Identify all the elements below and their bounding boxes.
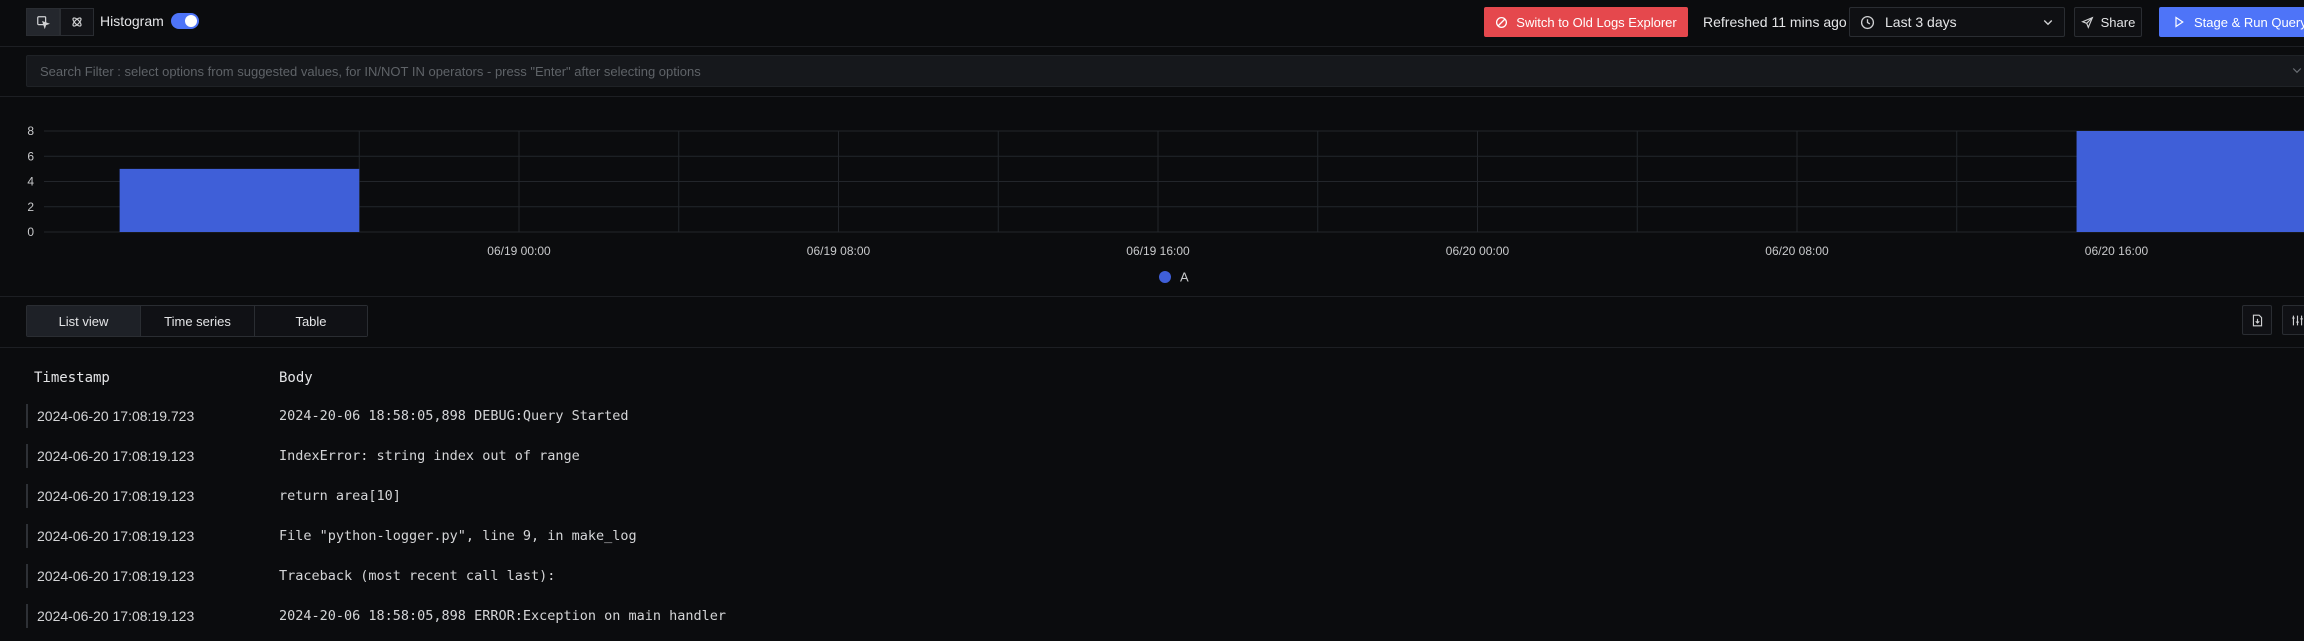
- file-download-icon: [2252, 314, 2262, 326]
- histogram-toggle[interactable]: [171, 13, 199, 29]
- log-row[interactable]: 2024-06-20 17:08:19.123 return area[10]: [26, 481, 2304, 511]
- log-body: 2024-20-06 18:58:05,898 ERROR:Exception …: [279, 608, 727, 624]
- list-tools: [2242, 305, 2304, 335]
- tab-list-view[interactable]: List view: [27, 306, 141, 336]
- log-body: Traceback (most recent call last):: [279, 568, 556, 584]
- severity-indicator: [26, 404, 28, 428]
- clickhouse-query-button[interactable]: [60, 8, 94, 36]
- top-toolbar: Histogram Switch to Old Logs Explorer Re…: [0, 0, 2304, 44]
- query-builder-button[interactable]: [26, 8, 60, 36]
- log-row[interactable]: 2024-06-20 17:08:19.123 IndexError: strin…: [26, 441, 2304, 471]
- view-tabs: List view Time series Table: [26, 305, 368, 337]
- log-body: 2024-20-06 18:58:05,898 DEBUG:Query Star…: [279, 408, 629, 424]
- x-tick-label: 06/20 08:00: [1765, 244, 1829, 258]
- log-row[interactable]: 2024-06-20 17:08:19.723 2024-20-06 18:58:…: [26, 401, 2304, 431]
- chevron-down-icon[interactable]: [2291, 64, 2303, 76]
- log-row[interactable]: 2024-06-20 17:08:19.123 File "python-logg…: [26, 521, 2304, 551]
- search-filter: [26, 55, 2304, 87]
- log-timestamp: 2024-06-20 17:08:19.723: [37, 408, 195, 424]
- format-options-button[interactable]: [2282, 305, 2304, 335]
- y-tick-label: 8: [27, 124, 34, 138]
- severity-indicator: [26, 564, 28, 588]
- divider: [0, 347, 2304, 348]
- chevron-down-icon: [2043, 20, 2053, 26]
- x-tick-label: 06/19 08:00: [807, 244, 871, 258]
- log-timestamp: 2024-06-20 17:08:19.123: [37, 528, 195, 544]
- log-timestamp: 2024-06-20 17:08:19.123: [37, 608, 195, 624]
- log-body: File "python-logger.py", line 9, in make…: [279, 528, 637, 544]
- switch-old-logs-label: Switch to Old Logs Explorer: [1516, 14, 1677, 30]
- divider: [0, 96, 2304, 97]
- column-header-timestamp: Timestamp: [34, 370, 110, 386]
- histogram-label: Histogram: [100, 13, 164, 29]
- play-icon: [2175, 16, 2184, 28]
- time-range-select[interactable]: Last 3 days: [1849, 7, 2065, 37]
- histogram-chart: 0 2 4 6 8 06/19 00:00 06/19 08:00 06/19 16:00 06…: [27, 124, 2304, 285]
- y-tick-label: 2: [27, 200, 34, 214]
- share-label: Share: [2100, 14, 2136, 30]
- toggle-knob: [185, 15, 197, 27]
- time-range-value: Last 3 days: [1885, 14, 1957, 30]
- log-row[interactable]: 2024-06-20 17:08:19.123 Traceback (most r…: [26, 561, 2304, 591]
- sliders-icon: [2291, 315, 2303, 325]
- x-tick-label: 06/20 00:00: [1446, 244, 1510, 258]
- x-tick-label: 06/19 16:00: [1126, 244, 1190, 258]
- tab-time-series[interactable]: Time series: [141, 306, 255, 336]
- y-tick-label: 0: [27, 225, 34, 239]
- log-row[interactable]: 2024-06-20 17:08:19.123 2024-20-06 18:58:…: [26, 601, 2304, 631]
- tab-table[interactable]: Table: [255, 306, 367, 336]
- log-body: return area[10]: [279, 488, 401, 504]
- share-button[interactable]: Share: [2074, 7, 2142, 37]
- download-button[interactable]: [2242, 305, 2272, 335]
- log-timestamp: 2024-06-20 17:08:19.123: [37, 448, 195, 464]
- x-tick-label: 06/19 00:00: [487, 244, 551, 258]
- legend-label[interactable]: A: [1180, 270, 1189, 285]
- search-filter-input[interactable]: [38, 62, 2242, 80]
- stage-run-query-button[interactable]: Stage & Run Query: [2159, 7, 2304, 37]
- column-header-body: Body: [279, 370, 313, 386]
- stage-run-query-label: Stage & Run Query: [2194, 14, 2304, 30]
- atom-icon: [72, 17, 82, 27]
- divider: [0, 296, 2304, 297]
- log-body: IndexError: string index out of range: [279, 448, 580, 464]
- histogram-bar[interactable]: [119, 168, 360, 232]
- switch-old-logs-button[interactable]: Switch to Old Logs Explorer: [1484, 7, 1688, 37]
- severity-indicator: [26, 444, 28, 468]
- clock-icon: [1860, 15, 1875, 29]
- severity-indicator: [26, 484, 28, 508]
- cursor-select-icon: [37, 16, 50, 29]
- divider: [0, 46, 2304, 47]
- histogram-bar[interactable]: [2076, 131, 2304, 232]
- y-tick-label: 6: [27, 149, 34, 163]
- severity-indicator: [26, 604, 28, 628]
- refreshed-status: Refreshed 11 mins ago: [1703, 14, 1847, 30]
- y-tick-label: 4: [27, 175, 34, 189]
- log-timestamp: 2024-06-20 17:08:19.123: [37, 488, 195, 504]
- severity-indicator: [26, 524, 28, 548]
- send-icon: [2080, 16, 2094, 29]
- view-mode-group: [26, 8, 94, 36]
- legend-marker: [1159, 271, 1171, 283]
- prohibited-icon: [1496, 16, 1508, 28]
- x-tick-label: 06/20 16:00: [2085, 244, 2149, 258]
- log-timestamp: 2024-06-20 17:08:19.123: [37, 568, 195, 584]
